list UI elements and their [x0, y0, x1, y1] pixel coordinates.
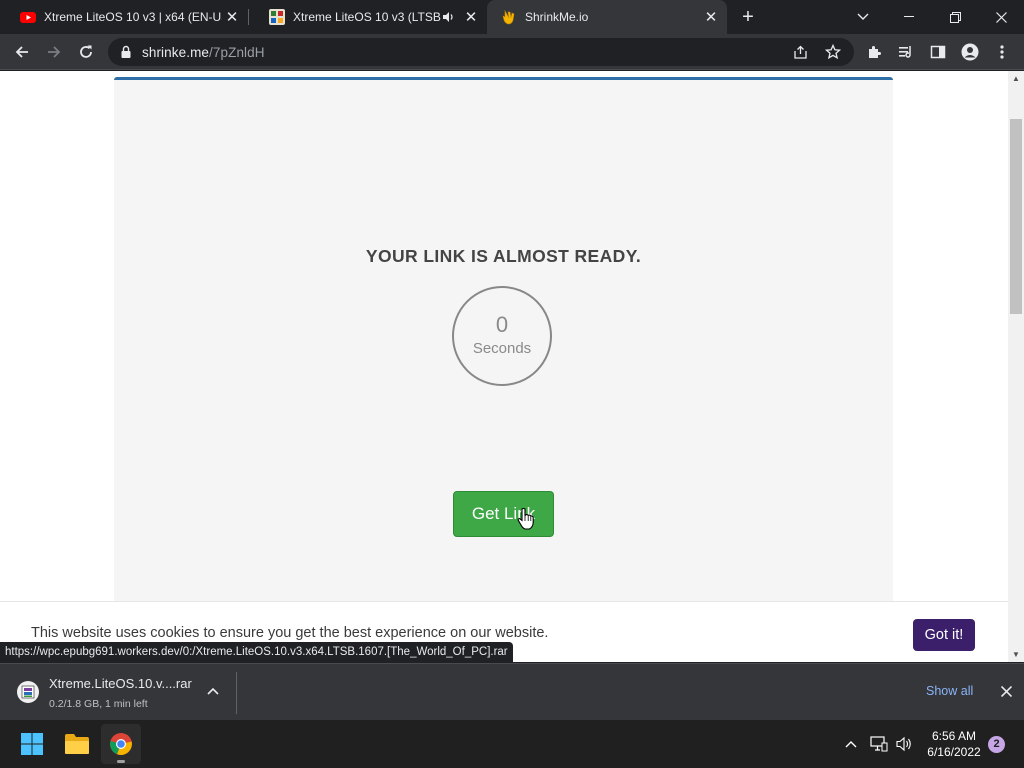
link-card: YOUR LINK IS ALMOST READY. 0 Seconds Get… — [114, 77, 893, 662]
windows-logo-icon — [21, 733, 43, 755]
tab-title: Xtreme LiteOS 10 v3 | x64 (EN-US — [44, 10, 222, 24]
share-icon[interactable] — [793, 45, 808, 60]
close-tab-icon[interactable]: ✕ — [701, 7, 721, 27]
site-icon — [269, 9, 285, 25]
cookie-accept-button[interactable]: Got it! — [913, 619, 975, 651]
chrome-taskbar-button[interactable] — [101, 724, 141, 764]
hand-icon — [502, 9, 515, 25]
page-viewport: YOUR LINK IS ALMOST READY. 0 Seconds Get… — [0, 71, 1008, 662]
volume-icon[interactable] — [893, 732, 915, 756]
tab-xtreme-site[interactable]: Xtreme LiteOS 10 v3 (LTSB-1 ✕ — [249, 0, 487, 34]
minimize-button[interactable] — [886, 0, 932, 34]
media-control-icon[interactable] — [892, 38, 920, 66]
tab-shrinkme[interactable]: ShrinkMe.io ✕ — [487, 0, 727, 34]
get-link-button[interactable]: Get Link — [453, 491, 554, 537]
hand-cursor-icon — [517, 507, 534, 530]
page-headline: YOUR LINK IS ALMOST READY. — [365, 246, 642, 266]
tab-search-icon[interactable] — [840, 0, 886, 34]
new-tab-button[interactable]: + — [736, 6, 760, 28]
status-url-bubble: https://wpc.epubg691.workers.dev/0:/Xtre… — [0, 642, 513, 663]
clock-time: 6:56 AM — [931, 729, 977, 743]
countdown-unit: Seconds — [472, 340, 532, 357]
reload-button[interactable] — [72, 38, 100, 66]
restore-button[interactable] — [932, 0, 978, 34]
close-tab-icon[interactable]: ✕ — [222, 7, 242, 27]
folder-icon — [65, 734, 89, 754]
youtube-icon — [20, 12, 36, 23]
tray-overflow-chevron-icon[interactable] — [840, 732, 862, 756]
page-scrollbar[interactable]: ▲ ▼ — [1008, 71, 1024, 662]
scroll-up-arrow[interactable]: ▲ — [1008, 71, 1024, 85]
cookie-text: This website uses cookies to ensure you … — [31, 625, 549, 641]
scrollbar-thumb[interactable] — [1010, 119, 1022, 314]
close-window-button[interactable] — [978, 0, 1024, 34]
rar-file-icon[interactable] — [16, 680, 40, 704]
download-filename[interactable]: Xtreme.LiteOS.10.v....rar — [49, 676, 192, 691]
download-options-chevron-icon[interactable] — [204, 682, 222, 700]
close-shelf-icon[interactable] — [996, 681, 1016, 701]
address-bar[interactable]: shrinke.me/7pZnldH — [108, 38, 854, 66]
notification-badge[interactable]: 2 — [988, 736, 1005, 753]
close-tab-icon[interactable]: ✕ — [461, 7, 481, 27]
back-button[interactable] — [8, 38, 36, 66]
url-path: /7pZnldH — [209, 45, 265, 60]
download-status: 0.2/1.8 GB, 1 min left — [49, 698, 148, 710]
file-explorer-button[interactable] — [57, 724, 97, 764]
start-button[interactable] — [12, 724, 52, 764]
url-text[interactable]: shrinke.me/7pZnldH — [142, 45, 265, 60]
profile-icon[interactable] — [956, 38, 984, 66]
forward-button[interactable] — [40, 38, 68, 66]
lock-icon[interactable] — [120, 45, 132, 59]
side-panel-icon[interactable] — [924, 38, 952, 66]
url-host: shrinke.me — [142, 45, 210, 60]
speaker-icon[interactable] — [441, 10, 455, 24]
extensions-icon[interactable] — [860, 38, 888, 66]
clock-date: 6/16/2022 — [927, 745, 981, 759]
browser-toolbar: shrinke.me/7pZnldH — [0, 34, 1024, 70]
show-all-downloads-link[interactable]: Show all — [926, 684, 973, 698]
countdown-circle: 0 Seconds — [452, 286, 552, 386]
tab-strip: Xtreme LiteOS 10 v3 | x64 (EN-US ✕ Xtrem… — [0, 0, 1024, 34]
active-app-indicator — [117, 760, 125, 763]
windows-taskbar: 6:56 AM 6/16/2022 — [0, 720, 1024, 768]
tab-title: ShrinkMe.io — [525, 10, 589, 24]
system-clock[interactable]: 6:56 AM 6/16/2022 — [922, 728, 986, 760]
network-icon[interactable] — [868, 732, 890, 756]
menu-icon[interactable] — [988, 38, 1016, 66]
tab-title: Xtreme LiteOS 10 v3 (LTSB-1 — [293, 10, 441, 24]
download-shelf: Xtreme.LiteOS.10.v....rar 0.2/1.8 GB, 1 … — [0, 663, 1024, 720]
download-separator — [236, 672, 237, 714]
bookmark-star-icon[interactable] — [825, 44, 841, 60]
chrome-icon — [110, 733, 132, 756]
tab-xtreme-youtube[interactable]: Xtreme LiteOS 10 v3 | x64 (EN-US ✕ — [0, 0, 248, 34]
scroll-down-arrow[interactable]: ▼ — [1008, 647, 1024, 661]
countdown-value: 0 — [495, 312, 509, 337]
